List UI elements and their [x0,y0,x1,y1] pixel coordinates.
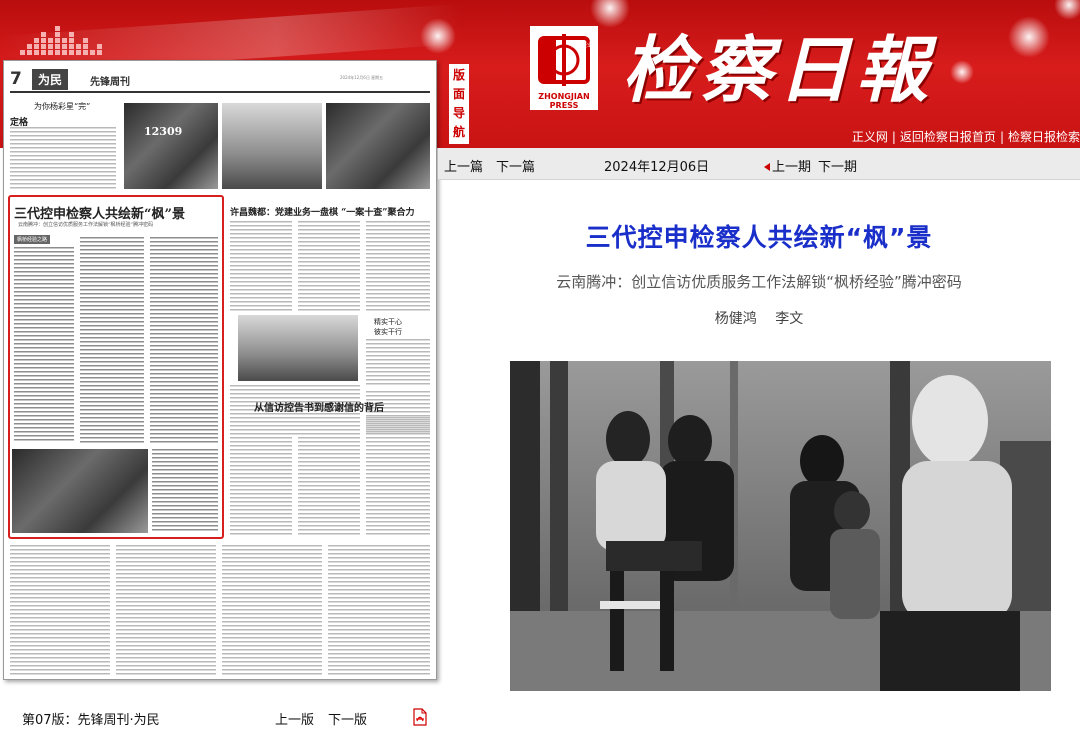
page-guide-badge[interactable]: 版 面 导 航 [449,64,469,144]
page-footer: 第07版：先锋周刊·为民 上一版 下一版 [0,700,1080,737]
thumbnail-photo-visit [326,103,430,189]
thumbnail-header-date: 2024年12月6日 星期五 [340,75,384,80]
light-burst [1054,0,1080,20]
guide-char: 版 [452,68,465,82]
thumbnail-text-column [366,339,430,387]
thumbnail-page-header: 7 为民 先锋周刊 2024年12月6日 星期五 [10,67,430,93]
nav-separator: | [891,130,896,144]
article-title: 三代控申检察人共绘新“枫”景 [585,223,933,252]
thumbnail-photo-conference [238,315,358,381]
thumbnail-text-column [230,221,292,311]
dot-pattern-decoration [20,26,102,55]
thumbnail-text-column [366,221,430,311]
thumbnail-weekly-label: 先锋周刊 [90,77,130,88]
logo-caption: ZHONGJIAN PRESS [538,92,590,110]
article-authors: 杨健鸿 李文 [714,311,804,327]
thumbnail-top-story-title: 为你杨彩星“完” [34,102,91,111]
prev-issue-link[interactable]: 上一期 [764,156,811,175]
nav-link-zhengyi[interactable]: 正义网 [852,130,888,144]
thumbnail-text-column [328,545,430,675]
article-toolbar: 上一篇 下一篇 2024年12月06日 上一期 下一期 [438,148,1080,180]
newspaper-title: 检察日報 [622,27,935,112]
thumbnail-photo-hotline [124,103,218,189]
next-article-link[interactable]: 下一篇 [496,156,535,175]
thumbnail-section-tag: 为民 [32,69,69,90]
thumbnail-text-column [298,417,360,537]
article-main-photo [510,361,1051,691]
left-triangle-icon [764,163,770,171]
thumbnail-side-kicker: 精实干心 [374,318,402,326]
thumbnail-side-headline: 许昌魏都：党建业务一盘棋 “一案十查”聚合力 [230,208,415,218]
nav-link-home[interactable]: 返回检察日报首页 [900,130,996,144]
edition-label: 第07版：先锋周刊·为民 [22,713,160,728]
top-nav-links: 正义网 | 返回检察日报首页 | 检察日报检索 [852,128,1080,146]
selected-article-highlight[interactable] [8,195,224,539]
guide-char: 导 [452,106,465,120]
thumbnail-page-number: 7 [10,69,22,89]
thumbnail-text-column [222,545,322,675]
nav-separator: | [999,130,1004,144]
thumbnail-text-column [366,417,430,537]
light-burst [420,18,456,54]
thumbnail-photo-caption: 12309 [144,125,183,138]
procuratorate-logo: 中检报业 ZHONGJIAN PRESS [530,26,598,110]
prev-article-link[interactable]: 上一篇 [444,156,483,175]
thumbnail-side-kicker: 彼实干行 [374,328,402,336]
article-subtitle: 云南腾冲：创立信访优质服务工作法解锁“枫桥经验”腾冲密码 [556,273,962,291]
thumbnail-text-column [10,127,116,189]
issue-date: 2024年12月06日 [604,160,710,175]
newspaper-page-thumbnail[interactable]: 7 为民 先锋周刊 2024年12月6日 星期五 为你杨彩星“完” 定格 123… [3,60,437,680]
article-photo-scene [510,361,1051,691]
prev-issue-label: 上一期 [772,160,812,175]
thumbnail-text-column [298,221,360,311]
next-page-link[interactable]: 下一版 [328,709,367,728]
pdf-icon[interactable] [412,708,428,726]
logo-emblem: 中检报业 [534,30,594,90]
logo-badge-text: 中检报业 [569,41,593,49]
next-issue-link[interactable]: 下一期 [818,156,857,175]
thumbnail-text-column [10,545,110,675]
thumbnail-text-column [230,417,292,537]
nav-link-search[interactable]: 检察日报检索 [1008,130,1080,144]
light-burst [950,60,974,84]
thumbnail-bottom-headline: 从信访控告书到感谢信的背后 [254,403,384,414]
guide-char: 航 [452,125,465,139]
thumbnail-text-column [116,545,216,675]
thumbnail-photo-meeting [222,103,322,189]
light-burst [1008,16,1050,58]
prev-page-link[interactable]: 上一版 [275,709,314,728]
guide-char: 面 [452,87,465,101]
